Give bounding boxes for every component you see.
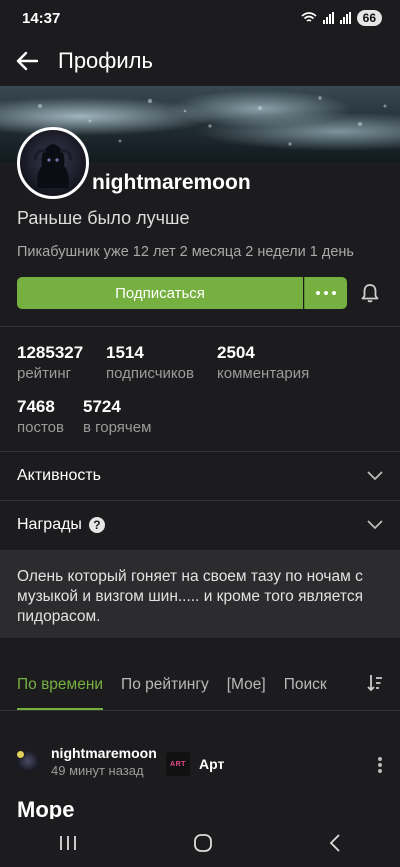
status-icons: 66 xyxy=(301,10,382,26)
stat-posts[interactable]: 7468 постов xyxy=(17,397,64,436)
stat-label: подписчиков xyxy=(106,365,194,382)
more-options-button[interactable] xyxy=(304,277,347,309)
tab-by-rating[interactable]: По рейтингу xyxy=(121,660,209,710)
community-logo: ART xyxy=(166,752,190,776)
community-name: Арт xyxy=(199,756,225,772)
signal-icon xyxy=(322,12,334,24)
wifi-icon xyxy=(301,12,317,22)
post-author-avatar xyxy=(16,749,39,773)
page-title: Профиль xyxy=(58,48,153,73)
stat-label: постов xyxy=(17,419,64,436)
stat-hot[interactable]: 5724 в горячем xyxy=(83,397,151,436)
post-menu-icon[interactable] xyxy=(378,755,382,775)
stat-label: в горячем xyxy=(83,419,152,436)
status-bar: 14:37 66 xyxy=(0,0,400,36)
stat-value: 7468 xyxy=(17,397,55,416)
stat-value: 1285327 xyxy=(17,343,84,362)
posts-tabs: По времени По рейтингу [Мое] Поиск xyxy=(0,660,400,710)
help-icon[interactable]: ? xyxy=(88,516,105,533)
post-title[interactable]: Море xyxy=(17,797,74,819)
back-nav-icon[interactable] xyxy=(328,833,342,853)
profile-username: nightmaremoon xyxy=(92,171,251,194)
stat-value: 1514 xyxy=(106,343,144,362)
battery-indicator: 66 xyxy=(356,10,382,26)
divider xyxy=(0,326,400,327)
recent-apps-icon[interactable] xyxy=(58,834,78,852)
stat-rating: 1285327 рейтинг xyxy=(17,343,83,382)
activity-section[interactable]: Активность xyxy=(0,452,400,500)
home-icon[interactable] xyxy=(193,833,213,853)
stat-subscribers[interactable]: 1514 подписчиков xyxy=(106,343,194,382)
post-time: 49 минут назад xyxy=(51,763,144,778)
activity-label: Активность xyxy=(17,467,102,484)
status-time: 14:37 xyxy=(22,9,61,27)
awards-section[interactable]: Награды? xyxy=(0,501,400,549)
tab-search[interactable]: Поиск xyxy=(284,660,327,710)
back-arrow-icon[interactable] xyxy=(16,51,44,71)
post-author-name: nightmaremoon xyxy=(51,745,157,761)
stat-value: 5724 xyxy=(83,397,121,416)
subscribe-button[interactable]: Подписаться xyxy=(17,277,303,309)
tab-mine[interactable]: [Мое] xyxy=(227,660,266,710)
sort-icon[interactable] xyxy=(367,674,383,697)
stat-comments[interactable]: 2504 комментария xyxy=(217,343,309,382)
awards-title: Награды? xyxy=(17,516,105,534)
divider xyxy=(0,710,400,711)
app-bar: Профиль xyxy=(0,36,400,86)
post-community[interactable]: ART Арт xyxy=(166,752,224,776)
subscribe-row: Подписаться xyxy=(17,277,381,309)
online-dot xyxy=(16,749,25,759)
signal-icon-2 xyxy=(339,12,351,24)
chevron-down-icon xyxy=(367,471,383,481)
stat-value: 2504 xyxy=(217,343,255,362)
system-nav-bar xyxy=(0,819,400,867)
stat-label: комментария xyxy=(217,365,310,382)
profile-avatar[interactable] xyxy=(17,127,89,199)
profile-member-since: Пикабушник уже 12 лет 2 месяца 2 недели … xyxy=(17,244,354,260)
chevron-down-icon xyxy=(367,520,383,530)
profile-about: Олень который гоняет на своем тазу по но… xyxy=(0,550,400,638)
bell-icon[interactable] xyxy=(359,282,381,304)
stat-label: рейтинг xyxy=(17,365,72,382)
tab-by-time[interactable]: По времени xyxy=(17,660,104,710)
post-author-block[interactable]: nightmaremoon 49 минут назад xyxy=(16,745,157,778)
awards-label: Награды xyxy=(17,516,82,533)
profile-motto: Раньше было лучше xyxy=(17,208,190,228)
more-dots-icon xyxy=(316,291,320,295)
